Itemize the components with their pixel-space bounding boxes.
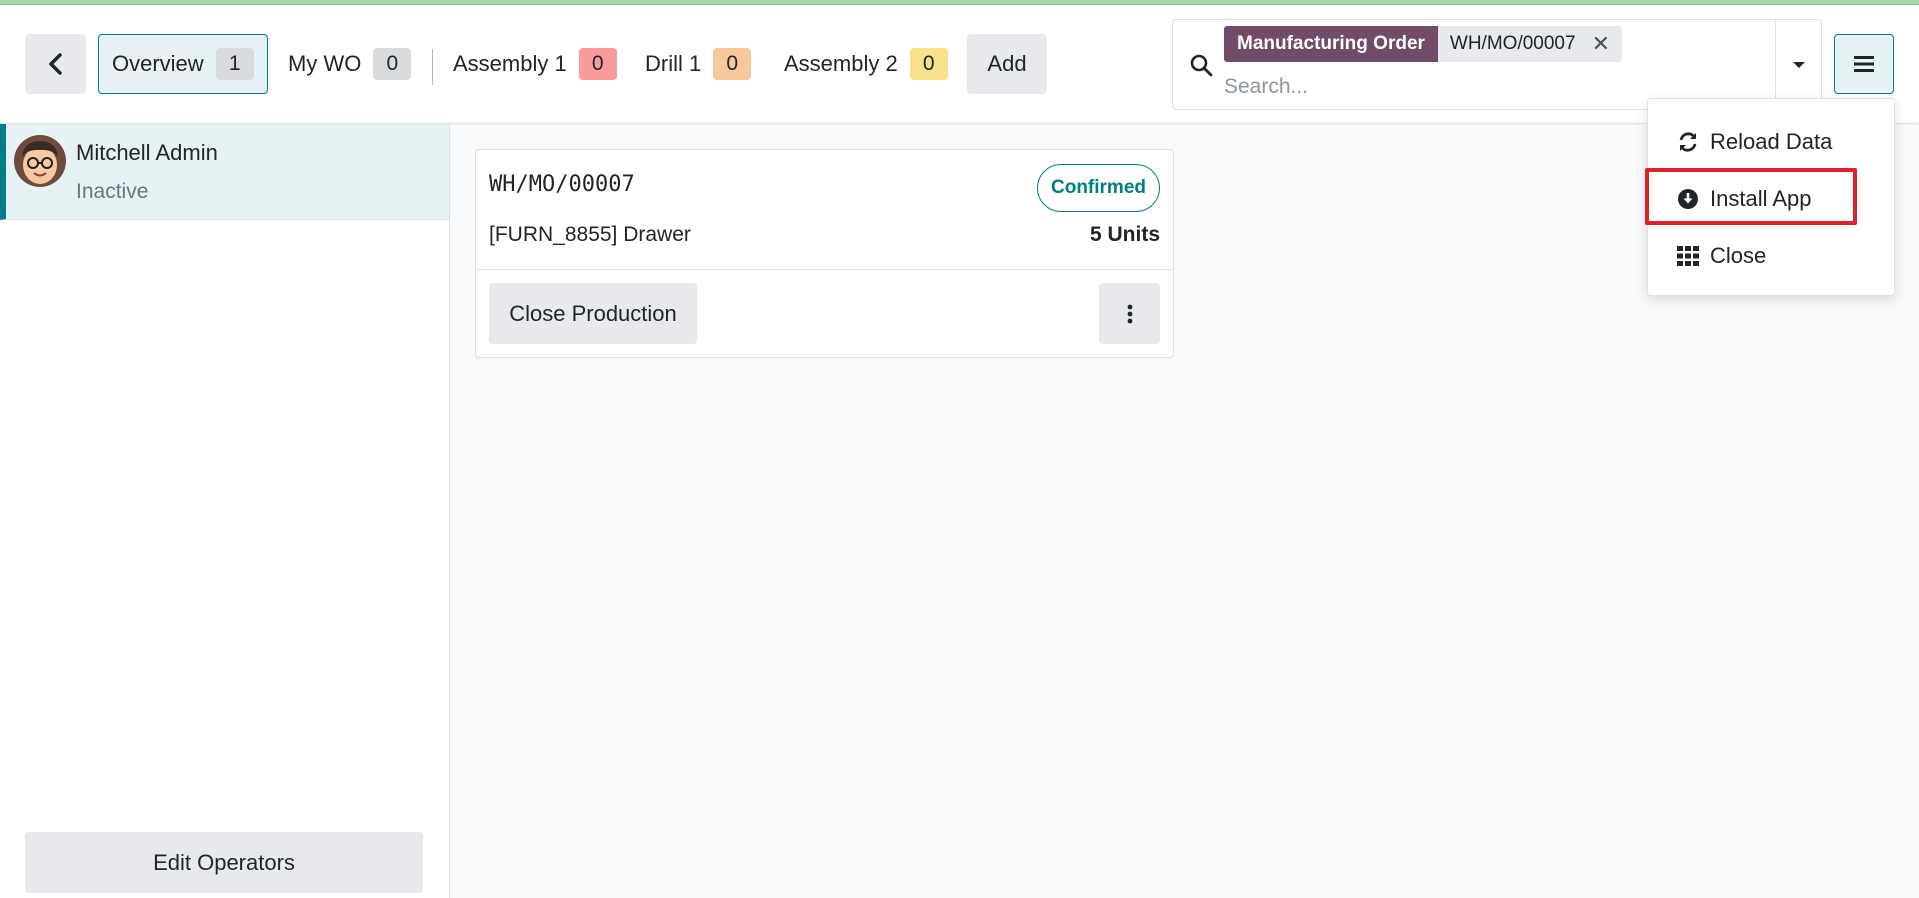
card-options-button[interactable] [1099,283,1160,344]
tab-my-wo[interactable]: My WO 0 [288,34,412,94]
chevron-left-icon [48,53,62,75]
product-name: [FURN_8855] Drawer [489,223,691,246]
tab-label: Assembly 1 [453,51,567,76]
menu-item-reload-data[interactable]: Reload Data [1648,119,1894,165]
tab-overview[interactable]: Overview 1 [98,34,268,94]
search-box: Manufacturing Order WH/MO/00007 ✕ [1172,19,1822,110]
tab-separator [432,49,433,85]
product-quantity: 5 Units [1089,223,1160,246]
menu-item-label: Close [1710,243,1767,268]
tab-count-badge: 0 [578,48,617,80]
menu-item-label: Reload Data [1710,129,1833,154]
avatar [14,135,66,187]
operator-status: Inactive [76,180,149,203]
edit-operators-button[interactable]: Edit Operators [25,832,423,893]
tab-drill-1[interactable]: Drill 1 0 [645,34,752,94]
menu-item-label: Install App [1710,186,1812,211]
close-production-button[interactable]: Close Production [489,283,697,344]
search-options-toggle[interactable] [1775,20,1821,109]
production-card[interactable]: WH/MO/00007 Confirmed [FURN_8855] Drawer… [475,149,1174,358]
main-menu-button[interactable] [1834,34,1894,94]
grid-icon [1676,246,1700,266]
menu-item-close[interactable]: Close [1648,233,1894,279]
tab-assembly-1[interactable]: Assembly 1 0 [453,34,617,94]
facet-value: WH/MO/00007 ✕ [1437,26,1622,62]
search-facet: Manufacturing Order WH/MO/00007 ✕ [1224,26,1622,62]
tab-label: My WO [288,51,362,76]
operator-item[interactable]: Mitchell Admin Inactive [0,124,449,220]
refresh-icon [1676,131,1700,153]
tab-count-badge: 1 [215,48,254,80]
operators-sidebar: Mitchell Admin Inactive Edit Operators [0,124,450,898]
add-workcenter-button[interactable]: Add [967,34,1047,94]
hamburger-icon [1854,56,1874,72]
tab-label: Overview [112,51,204,76]
tab-label: Assembly 2 [784,51,898,76]
back-button[interactable] [25,34,86,94]
tab-label: Drill 1 [645,51,702,76]
mo-reference: WH/MO/00007 [489,172,635,197]
tab-count-badge: 0 [373,48,412,80]
control-panel: Overview 1 My WO 0 Assembly 1 0 Drill 1 … [0,5,1919,124]
kebab-icon [1127,304,1132,323]
status-badge: Confirmed [1037,164,1160,212]
card-divider [476,269,1173,270]
facet-label: Manufacturing Order [1224,26,1438,62]
operator-name: Mitchell Admin [76,140,218,165]
caret-down-icon [1792,61,1805,68]
download-circle-icon [1676,189,1700,209]
facet-remove-icon[interactable]: ✕ [1592,31,1610,57]
facet-value-text: WH/MO/00007 [1449,33,1576,54]
menu-item-install-app[interactable]: Install App [1648,176,1894,222]
main-menu-dropdown: Reload Data Install App Close [1647,98,1895,296]
tab-count-badge: 0 [909,48,948,80]
search-icon [1189,53,1213,82]
tab-count-badge: 0 [713,48,752,80]
tab-assembly-2[interactable]: Assembly 2 0 [784,34,948,94]
